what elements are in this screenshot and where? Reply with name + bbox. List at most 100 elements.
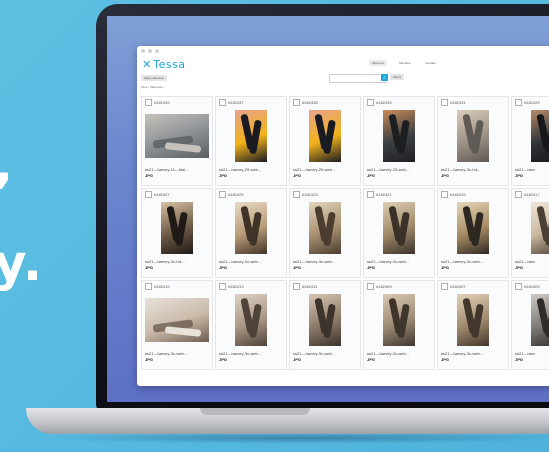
- asset-thumbnail[interactable]: [457, 202, 489, 254]
- asset-card[interactable]: #182439 ss21---harvey-11---blai... JPG: [141, 96, 213, 186]
- asset-card[interactable]: #182423 ss21---harvey-3x-web... JPG: [289, 188, 361, 278]
- card-id: #182429: [524, 99, 540, 105]
- card-checkbox[interactable]: [219, 98, 226, 106]
- asset-card[interactable]: #182407 ss21---harvey-3x-web... JPG: [437, 280, 509, 370]
- asset-thumbnail[interactable]: [531, 202, 549, 254]
- card-checkbox[interactable]: [367, 190, 374, 198]
- search-input[interactable]: [329, 74, 387, 83]
- card-id: #182405: [524, 283, 540, 289]
- window-minimize-button[interactable]: [148, 49, 152, 53]
- thumbnail-area: [142, 107, 212, 165]
- asset-thumbnail[interactable]: [309, 202, 341, 254]
- asset-thumbnail[interactable]: [309, 110, 341, 162]
- card-checkbox[interactable]: [293, 282, 300, 290]
- asset-card[interactable]: #182433 ss21---harvey-29-web... JPG: [363, 96, 435, 186]
- card-checkbox[interactable]: [145, 98, 152, 106]
- file-type: JPG: [293, 173, 302, 178]
- card-checkbox[interactable]: [293, 190, 300, 198]
- thumbnail-area: [364, 199, 434, 257]
- file-type: JPG: [515, 173, 524, 178]
- asset-thumbnail[interactable]: [235, 294, 267, 346]
- card-checkbox[interactable]: [441, 190, 448, 198]
- app-logo[interactable]: ✕ Tessa: [142, 58, 186, 71]
- file-type: JPG: [145, 265, 154, 270]
- card-checkbox[interactable]: [219, 282, 226, 290]
- asset-card[interactable]: #182437 ss21---harvey-29-web... JPG: [215, 96, 287, 186]
- card-header: #182409: [364, 281, 434, 291]
- asset-card[interactable]: #182405 ss21---harv JPG: [511, 280, 549, 370]
- card-checkbox[interactable]: [515, 98, 522, 106]
- window-maximize-button[interactable]: [155, 49, 159, 53]
- file-name: ss21---harvey-3x-web...: [219, 259, 262, 264]
- card-header: #182435: [290, 97, 360, 107]
- asset-thumbnail[interactable]: [383, 294, 415, 346]
- file-type: JPG: [219, 173, 228, 178]
- asset-card[interactable]: #182427 ss21---harvey-3x-hd-... JPG: [141, 188, 213, 278]
- card-id: #182425: [228, 191, 244, 197]
- card-checkbox[interactable]: [367, 282, 374, 290]
- asset-thumbnail[interactable]: [161, 202, 193, 254]
- nav-item-about[interactable]: About us: [369, 60, 387, 66]
- card-id: #182407: [450, 283, 466, 289]
- logo-icon: ✕: [142, 57, 152, 71]
- card-header: #182431: [438, 97, 508, 107]
- asset-thumbnail[interactable]: [383, 202, 415, 254]
- card-checkbox[interactable]: [219, 190, 226, 198]
- card-checkbox[interactable]: [145, 282, 152, 290]
- nav-item-contact[interactable]: Contact: [422, 60, 438, 66]
- asset-card[interactable]: #182411 ss21---harvey-3x-web... JPG: [289, 280, 361, 370]
- file-name: ss21---harvey-3x-web...: [441, 259, 484, 264]
- card-id: #182417: [524, 191, 540, 197]
- card-header: #182421: [364, 189, 434, 199]
- search-icon[interactable]: ⌕: [381, 74, 388, 81]
- card-checkbox[interactable]: [441, 282, 448, 290]
- card-checkbox[interactable]: [293, 98, 300, 106]
- background-headline-fragment-2: y.: [0, 234, 43, 292]
- asset-card[interactable]: #182413 ss21---harvey-3x-web... JPG: [215, 280, 287, 370]
- window-close-button[interactable]: [141, 49, 145, 53]
- asset-card[interactable]: #182415 ss21---harvey-3x-web... JPG: [141, 280, 213, 370]
- card-checkbox[interactable]: [441, 98, 448, 106]
- selection-action-button[interactable]: Apply selection: [141, 74, 168, 81]
- asset-thumbnail[interactable]: [457, 110, 489, 162]
- photo-subject: [397, 211, 410, 247]
- app-window: ✕ Tessa About us Services Contact Apply …: [137, 46, 549, 386]
- asset-thumbnail[interactable]: [145, 114, 209, 158]
- file-type: JPG: [515, 357, 524, 362]
- thumbnail-area: [216, 291, 286, 349]
- card-id: #182433: [376, 99, 392, 105]
- asset-card[interactable]: #182425 ss21---harvey-3x-web... JPG: [215, 188, 287, 278]
- filter-button[interactable]: Filters: [390, 74, 405, 80]
- asset-thumbnail[interactable]: [457, 294, 489, 346]
- card-checkbox[interactable]: [145, 190, 152, 198]
- asset-thumbnail[interactable]: [531, 110, 549, 162]
- asset-card[interactable]: #182429 ss21---harv JPG: [511, 96, 549, 186]
- file-type: JPG: [367, 265, 376, 270]
- asset-thumbnail[interactable]: [383, 110, 415, 162]
- card-header: #182419: [438, 189, 508, 199]
- app-header: ✕ Tessa About us Services Contact: [137, 56, 549, 72]
- asset-thumbnail[interactable]: [145, 298, 209, 342]
- asset-card[interactable]: #182421 ss21---harvey-3x-web... JPG: [363, 188, 435, 278]
- asset-card[interactable]: #182435 ss21---harvey-29-web... JPG: [289, 96, 361, 186]
- asset-card[interactable]: #182417 ss21---harv JPG: [511, 188, 549, 278]
- asset-thumbnail[interactable]: [235, 202, 267, 254]
- asset-thumbnail[interactable]: [235, 110, 267, 162]
- card-checkbox[interactable]: [367, 98, 374, 106]
- asset-card[interactable]: #182409 ss21---harvey-3x-web... JPG: [363, 280, 435, 370]
- file-name: ss21---harv: [515, 167, 536, 172]
- asset-thumbnail[interactable]: [309, 294, 341, 346]
- asset-card[interactable]: #182431 ss21---harvey-3x-hd-... JPG: [437, 96, 509, 186]
- file-type: JPG: [515, 265, 524, 270]
- nav-item-services[interactable]: Services: [396, 60, 414, 66]
- thumbnail-area: [290, 107, 360, 165]
- photo-subject: [249, 211, 262, 247]
- asset-card[interactable]: #182419 ss21---harvey-3x-web... JPG: [437, 188, 509, 278]
- logo-text: Tessa: [153, 57, 186, 71]
- card-checkbox[interactable]: [515, 282, 522, 290]
- asset-thumbnail[interactable]: [531, 294, 549, 346]
- asset-grid: #182439 ss21---harvey-11---blai... JPG #182…: [141, 96, 549, 370]
- card-checkbox[interactable]: [515, 190, 522, 198]
- thumbnail-area: [142, 199, 212, 257]
- file-name: ss21---harvey-29-web...: [367, 167, 410, 172]
